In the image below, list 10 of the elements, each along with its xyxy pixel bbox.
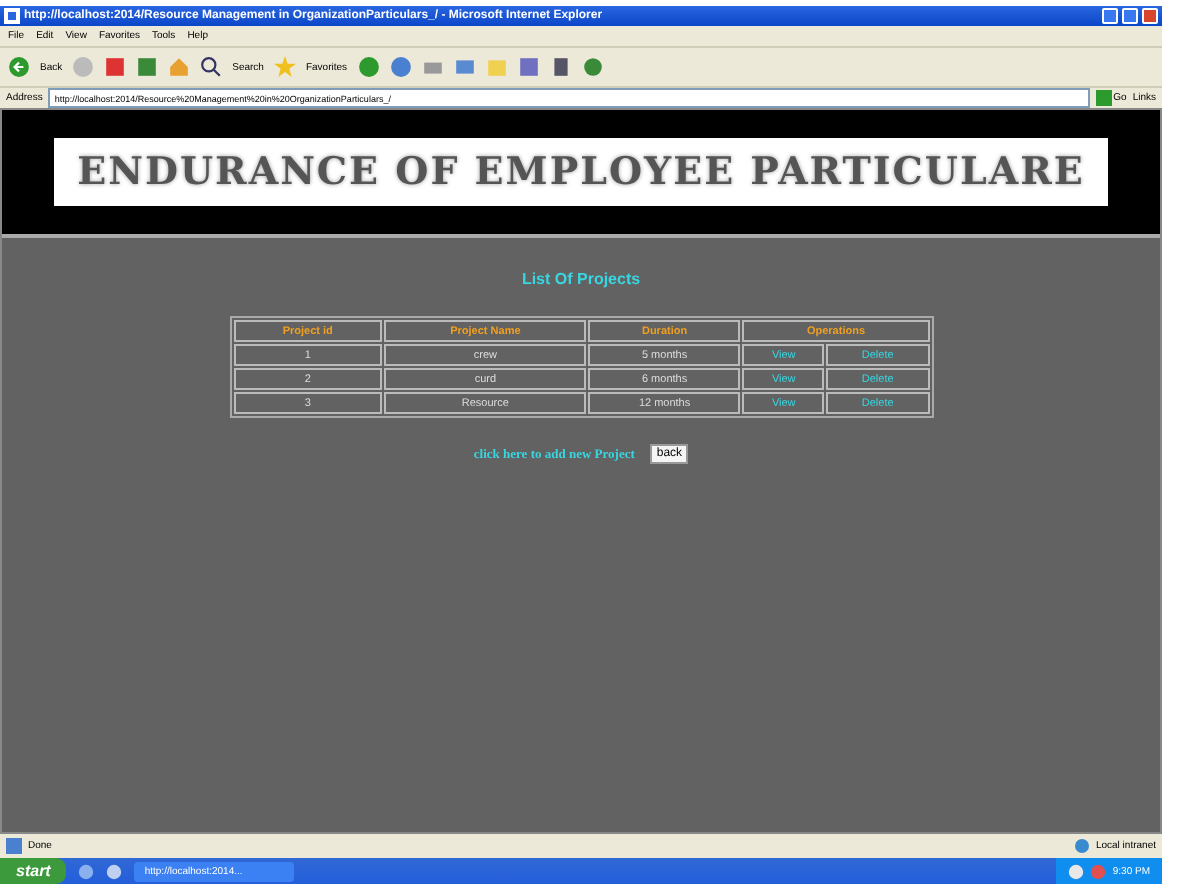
page-heading: List Of Projects [521, 270, 641, 288]
start-button[interactable]: start [0, 858, 67, 884]
maximize-button[interactable] [1122, 8, 1138, 24]
back-arrow-icon[interactable] [8, 56, 30, 78]
close-button[interactable] [1142, 8, 1158, 24]
search-icon[interactable] [200, 56, 223, 78]
banner-title: ENDURANCE OF EMPLOYEE PARTICULARE [53, 138, 1109, 206]
minimize-button[interactable] [1102, 8, 1118, 24]
star-icon[interactable] [273, 56, 296, 78]
home-icon[interactable] [168, 56, 191, 78]
